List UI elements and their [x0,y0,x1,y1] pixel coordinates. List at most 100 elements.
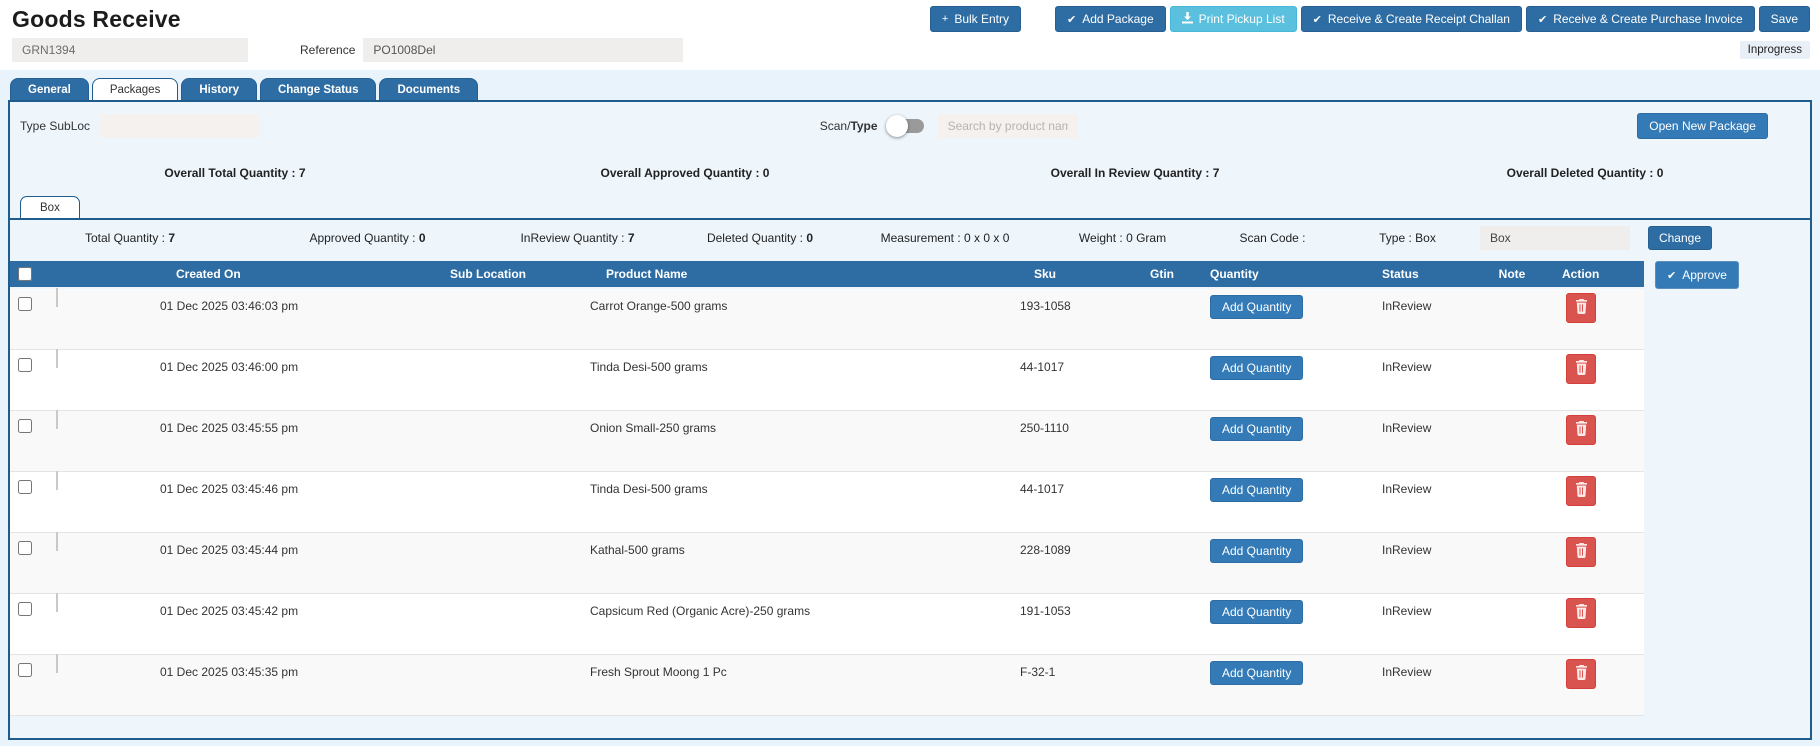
sub-location-cell [430,472,590,482]
action-header: Action [1562,267,1600,281]
gtin-cell [1132,472,1192,482]
reference-label: Reference [300,43,356,57]
overall-deleted-quantity: Overall Deleted Quantity : 0 [1506,166,1664,180]
created-on-cell: 01 Dec 2025 03:46:03 pm [160,299,299,313]
check-icon: ✔ [1312,13,1322,26]
delete-row-button[interactable] [1566,415,1596,445]
product-name-cell: Tinda Desi-500 grams [590,482,708,496]
sku-cell: 193-1058 [1020,299,1071,313]
tab-box-package[interactable]: Box [20,196,80,218]
delete-row-button[interactable] [1566,537,1596,567]
weight: Weight : 0 Gram [1078,231,1167,245]
add-quantity-button[interactable]: Add Quantity [1210,600,1304,624]
sub-location-cell [430,594,590,604]
total-quantity: Total Quantity : 7 [84,231,176,245]
row-checkbox[interactable] [18,480,32,494]
row-checkbox[interactable] [18,663,32,677]
row-checkbox[interactable] [18,419,32,433]
status-badge: Inprogress [1739,41,1810,59]
add-quantity-button[interactable]: Add Quantity [1210,417,1304,441]
delete-row-button[interactable] [1566,476,1596,506]
tab-documents[interactable]: Documents [379,78,479,100]
status-cell: InReview [1382,299,1432,313]
table-row: 01 Dec 2025 03:45:46 pm Tinda Desi-500 g… [10,471,1644,533]
product-image-placeholder [56,532,58,551]
created-on-cell: 01 Dec 2025 03:45:44 pm [160,543,299,557]
bulk-entry-button[interactable]: + Bulk Entry [929,6,1022,32]
receive-create-purchase-invoice-button[interactable]: ✔ Receive & Create Purchase Invoice [1525,6,1755,32]
product-name-header: Product Name [606,267,688,281]
goods-receive-page: Goods Receive + Bulk Entry ✔ Add Package… [0,0,1820,746]
row-checkbox[interactable] [18,602,32,616]
tab-change-status[interactable]: Change Status [259,78,377,100]
table-row: 01 Dec 2025 03:45:44 pm Kathal-500 grams… [10,532,1644,594]
sku-cell: 191-1053 [1020,604,1071,618]
gtin-cell [1132,594,1192,604]
created-on-cell: 01 Dec 2025 03:45:46 pm [160,482,299,496]
open-new-package-button[interactable]: Open New Package [1637,113,1768,139]
gtin-cell [1132,655,1192,665]
tab-packages[interactable]: Packages [91,78,179,100]
delete-row-button[interactable] [1566,354,1596,384]
note-cell [1472,594,1552,604]
grn-number-input[interactable] [12,38,248,62]
scan-type-toggle[interactable] [885,115,924,137]
deleted-quantity: Deleted Quantity : 0 [706,231,814,245]
note-header: Note [1498,267,1526,281]
note-cell [1472,472,1552,482]
tab-history[interactable]: History [181,78,257,100]
product-image-placeholder [56,410,58,429]
sku-cell: 228-1089 [1020,543,1071,557]
product-name-cell: Carrot Orange-500 grams [590,299,728,313]
note-cell [1472,289,1552,299]
change-type-button[interactable]: Change [1647,226,1713,250]
add-quantity-button[interactable]: Add Quantity [1210,478,1304,502]
trash-icon [1575,665,1588,683]
sku-cell: F-32-1 [1020,665,1056,679]
save-button[interactable]: Save [1758,6,1810,32]
gtin-cell [1132,411,1192,421]
product-image-placeholder [56,349,58,368]
receive-create-receipt-challan-button[interactable]: ✔ Receive & Create Receipt Challan [1300,6,1522,32]
add-package-button[interactable]: ✔ Add Package [1055,6,1166,32]
product-image-placeholder [56,471,58,490]
row-checkbox[interactable] [18,297,32,311]
tab-general[interactable]: General [10,78,89,100]
status-cell: InReview [1382,665,1432,679]
approve-button[interactable]: ✔ Approve [1655,261,1739,289]
status-cell: InReview [1382,482,1432,496]
row-checkbox[interactable] [18,541,32,555]
toolbar: + Bulk Entry ✔ Add Package Print Pickup … [929,6,1810,32]
add-quantity-button[interactable]: Add Quantity [1210,661,1304,685]
table-row: 01 Dec 2025 03:45:42 pm Capsicum Red (Or… [10,593,1644,655]
row-checkbox[interactable] [18,358,32,372]
delete-row-button[interactable] [1566,659,1596,689]
sku-cell: 250-1110 [1020,421,1069,435]
type-subloc-input[interactable] [100,114,261,138]
gtin-cell [1132,350,1192,360]
scan-code: Scan Code : [1239,231,1306,245]
product-search-input[interactable] [937,114,1078,138]
sku-cell: 44-1017 [1020,482,1065,496]
add-quantity-button[interactable]: Add Quantity [1210,539,1304,563]
add-quantity-button[interactable]: Add Quantity [1210,356,1304,380]
toggle-knob [885,115,908,137]
reference-input[interactable] [363,38,684,62]
delete-row-button[interactable] [1566,598,1596,628]
status-cell: InReview [1382,604,1432,618]
check-icon: ✔ [1067,13,1077,26]
status-cell: InReview [1382,543,1432,557]
sub-location-cell [430,655,590,665]
product-name-cell: Kathal-500 grams [590,543,685,557]
note-cell [1472,350,1552,360]
add-quantity-button[interactable]: Add Quantity [1210,295,1304,319]
overall-quantities-row: Overall Total Quantity : 7 Overall Appro… [10,166,1810,180]
sub-location-header: Sub Location [450,267,526,281]
select-all-checkbox[interactable] [18,267,32,281]
table-row: 01 Dec 2025 03:45:55 pm Onion Small-250 … [10,410,1644,472]
package-type-input[interactable] [1480,226,1630,250]
delete-row-button[interactable] [1566,293,1596,323]
print-pickup-list-button[interactable]: Print Pickup List [1169,6,1297,32]
sub-location-cell [430,411,590,421]
note-cell [1472,655,1552,665]
